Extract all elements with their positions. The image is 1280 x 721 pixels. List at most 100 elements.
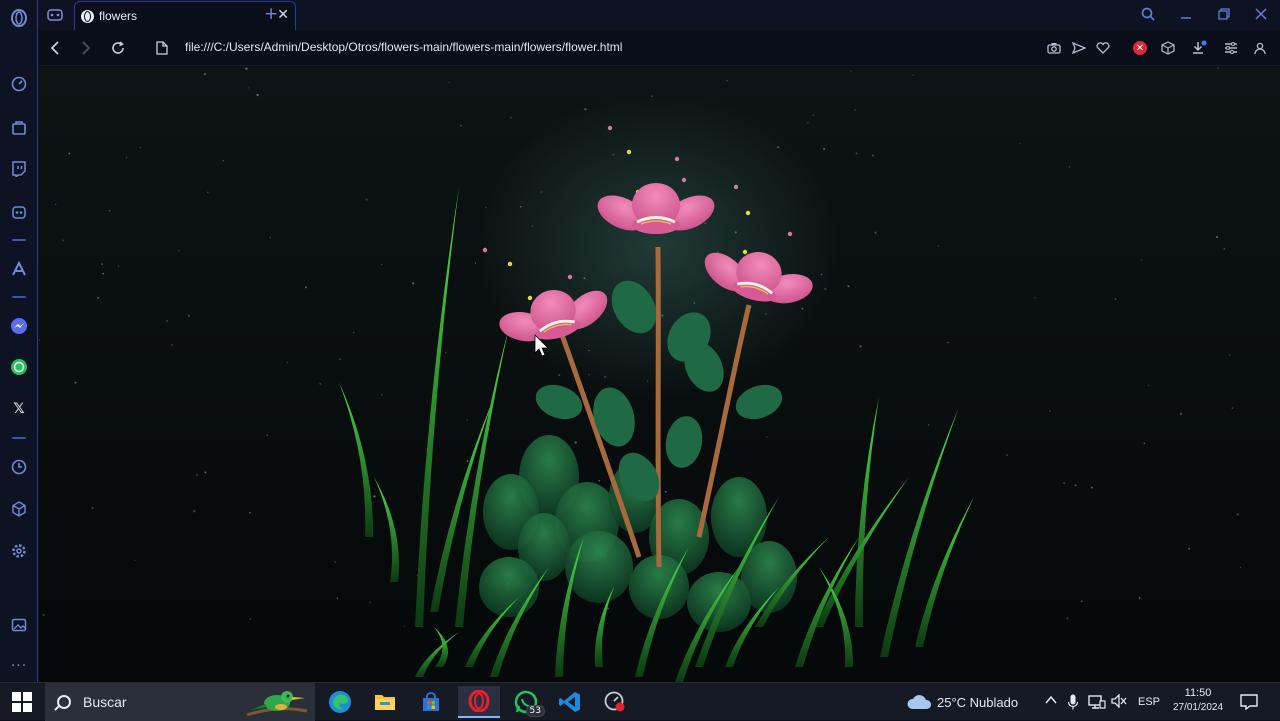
star-dot xyxy=(369,601,371,604)
star-dot xyxy=(820,273,823,276)
notifications-icon[interactable] xyxy=(1240,694,1258,714)
tab-title: flowers xyxy=(99,9,138,23)
star-dot xyxy=(1080,600,1083,603)
easy-setup-icon[interactable] xyxy=(1222,39,1240,57)
search-icon xyxy=(57,695,71,709)
tab-flowers[interactable]: flowers ✕ xyxy=(74,1,296,30)
star-dot xyxy=(604,375,607,379)
reload-button[interactable] xyxy=(108,38,128,58)
ai-assistant-icon[interactable] xyxy=(9,202,29,222)
search-tabs-icon[interactable] xyxy=(1137,4,1159,24)
star-dot xyxy=(365,198,368,201)
vscode-icon[interactable] xyxy=(553,686,587,718)
history-icon[interactable] xyxy=(9,457,29,477)
network-icon[interactable] xyxy=(1088,694,1106,714)
messenger-icon[interactable] xyxy=(9,316,29,336)
star-dot xyxy=(286,361,289,364)
star-dot xyxy=(812,114,815,117)
star-dot xyxy=(937,245,940,247)
star-dot xyxy=(598,479,600,482)
file-explorer-icon[interactable] xyxy=(368,686,402,718)
star-dot xyxy=(734,231,737,234)
sparkle-dot xyxy=(626,149,632,155)
grass-blade xyxy=(374,477,399,582)
star-dot xyxy=(459,124,462,127)
star-dot xyxy=(661,314,664,317)
tab-manager-icon[interactable] xyxy=(44,5,66,25)
whatsapp-taskbar-icon[interactable]: 53 xyxy=(509,686,545,718)
opera-logo-icon[interactable] xyxy=(9,8,29,28)
star-dot xyxy=(102,272,105,275)
star-dot xyxy=(584,108,587,111)
forward-button[interactable] xyxy=(76,38,96,58)
back-button[interactable] xyxy=(45,38,65,58)
snapshot-camera-icon[interactable] xyxy=(1045,39,1063,57)
more-options-icon[interactable]: ··· xyxy=(9,656,29,676)
language-indicator[interactable]: ESP xyxy=(1138,683,1160,721)
twitch-icon[interactable] xyxy=(9,159,29,179)
edge-browser-icon[interactable] xyxy=(323,686,357,718)
sparkle-dot xyxy=(681,177,687,183)
speed-dial-icon[interactable] xyxy=(9,74,29,94)
microphone-icon[interactable] xyxy=(1067,694,1079,714)
star-dot xyxy=(206,191,209,194)
star-dot xyxy=(203,73,207,76)
opera-sidebar: 𝕏 ··· xyxy=(0,0,38,682)
windows-start-icon[interactable] xyxy=(12,692,32,712)
restore-button[interactable] xyxy=(1213,4,1235,24)
weather-widget[interactable]: 25°C Nublado xyxy=(906,683,1018,721)
star-dot xyxy=(178,250,180,252)
adblock-icon[interactable]: ✕ xyxy=(1133,41,1147,55)
sparkle-dot xyxy=(742,249,748,255)
star-dot xyxy=(42,613,45,616)
star-dot xyxy=(74,381,77,384)
star-dot xyxy=(247,87,249,89)
star-dot xyxy=(373,495,376,498)
star-dot xyxy=(187,314,191,317)
url-field[interactable]: file:///C:/Users/Admin/Desktop/Otros/flo… xyxy=(185,40,622,54)
close-tab-icon[interactable]: ✕ xyxy=(277,7,289,23)
opera-taskbar-icon[interactable] xyxy=(458,686,500,718)
whatsapp-icon[interactable] xyxy=(9,357,29,377)
taskbar-search-box[interactable]: Buscar xyxy=(45,683,315,721)
star-dot xyxy=(222,159,225,162)
x-twitter-icon[interactable]: 𝕏 xyxy=(9,399,29,419)
chevron-up-icon[interactable] xyxy=(1045,694,1057,709)
star-dot xyxy=(1138,597,1141,599)
star-dot xyxy=(334,561,337,563)
profile-icon[interactable] xyxy=(1251,39,1269,57)
image-gallery-icon[interactable] xyxy=(9,615,29,635)
grass-blade xyxy=(855,397,879,627)
volume-muted-icon[interactable] xyxy=(1111,693,1127,712)
send-arrow-icon[interactable] xyxy=(1070,39,1088,57)
star-dot xyxy=(509,116,512,119)
pink-flower-right xyxy=(704,251,813,304)
taskbar-clock[interactable]: 11:50 27/01/2024 xyxy=(1168,687,1228,713)
address-bar: file:///C:/Users/Admin/Desktop/Otros/flo… xyxy=(38,30,1280,66)
sparkle-dot xyxy=(507,261,513,267)
star-dot xyxy=(125,156,128,159)
star-dot xyxy=(1034,297,1036,299)
star-dot xyxy=(1063,482,1066,485)
aria-icon[interactable] xyxy=(9,259,29,279)
star-dot xyxy=(266,434,268,436)
microsoft-store-icon[interactable] xyxy=(414,686,448,718)
downloads-icon[interactable] xyxy=(1190,39,1208,57)
star-dot xyxy=(101,263,104,265)
extensions-icon[interactable] xyxy=(1159,39,1177,57)
extensions-cube-icon[interactable] xyxy=(9,499,29,519)
settings-gear-icon[interactable] xyxy=(9,541,29,561)
screen-recorder-icon[interactable] xyxy=(598,686,632,718)
new-tab-button[interactable]: + xyxy=(264,4,278,24)
minimize-button[interactable] xyxy=(1175,4,1197,24)
clock-time: 11:50 xyxy=(1184,687,1212,699)
bookmark-heart-icon[interactable] xyxy=(1094,39,1112,57)
star-dot xyxy=(850,70,852,72)
close-window-button[interactable] xyxy=(1250,4,1272,24)
star-dot xyxy=(664,490,667,493)
star-dot xyxy=(139,146,142,149)
star-dot xyxy=(1188,547,1191,550)
shopping-bag-icon[interactable] xyxy=(9,117,29,137)
star-dot xyxy=(336,597,339,600)
star-dot xyxy=(1140,259,1143,261)
